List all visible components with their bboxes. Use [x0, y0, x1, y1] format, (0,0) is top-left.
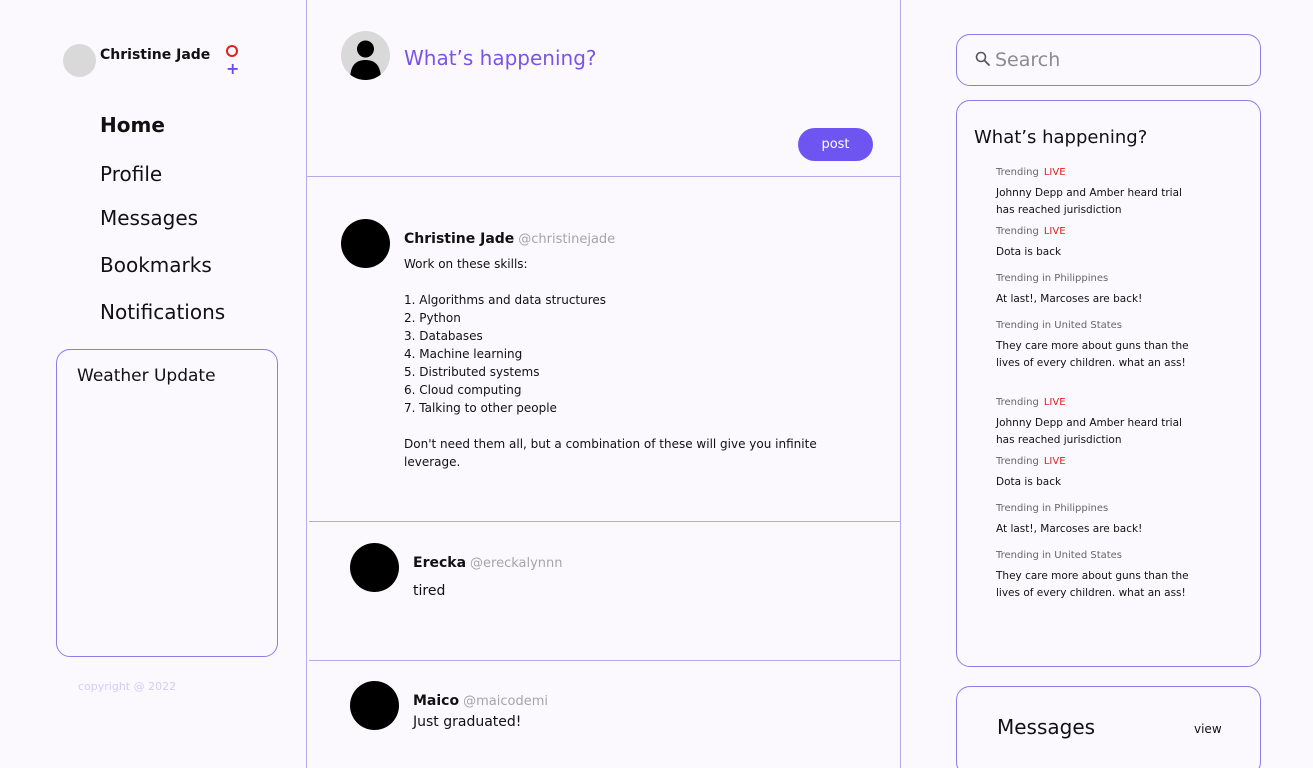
trend-item[interactable]: Trending LIVE Dota is back: [996, 455, 1196, 491]
nav-bookmarks[interactable]: Bookmarks: [100, 253, 212, 277]
trend-text: They care more about guns than the lives…: [996, 340, 1189, 369]
tweet[interactable]: Maico @maicodemi Just graduated!: [307, 661, 900, 768]
tweet-body: tired: [413, 583, 446, 599]
tweet-handle[interactable]: @ereckalynnn: [470, 556, 563, 571]
trend-item[interactable]: Trending LIVE Johnny Depp and Amber heard…: [996, 166, 1196, 219]
profile-name: Christine Jade: [100, 47, 211, 63]
weather-title: Weather Update: [77, 366, 216, 386]
trend-item[interactable]: Trending in Philippines At last!, Marcos…: [996, 272, 1196, 308]
trend-item[interactable]: Trending LIVE Johnny Depp and Amber heard…: [996, 396, 1196, 449]
profile-chip[interactable]: Christine Jade +: [63, 44, 253, 78]
feed: post Christine Jade @christinejade Work o…: [306, 0, 901, 768]
tweet[interactable]: Christine Jade @christinejade Work on the…: [307, 177, 900, 521]
tweet-body: Just graduated!: [413, 714, 522, 730]
user-silhouette-icon: [350, 40, 381, 80]
live-badge: LIVE: [1043, 397, 1066, 408]
trend-category: Trending in United States: [996, 320, 1123, 331]
avatar[interactable]: [341, 219, 390, 268]
messages-card: Messages view: [956, 686, 1261, 768]
trends-card: What’s happening? Trending LIVE Johnny De…: [956, 100, 1261, 667]
nav-home[interactable]: Home: [100, 113, 165, 137]
live-badge: LIVE: [1043, 167, 1066, 178]
search-icon: [975, 51, 990, 66]
nav-profile[interactable]: Profile: [100, 162, 162, 186]
avatar[interactable]: [63, 44, 96, 77]
tweet-author[interactable]: Maico: [413, 693, 459, 709]
weather-card: Weather Update: [56, 349, 278, 657]
trend-category: Trending: [996, 167, 1039, 178]
nav-messages[interactable]: Messages: [100, 206, 198, 230]
trend-text: Dota is back: [996, 246, 1062, 258]
post-button[interactable]: post: [798, 128, 873, 161]
trend-text: Johnny Depp and Amber heard trial has re…: [996, 187, 1182, 216]
trend-item[interactable]: Trending in United States They care more…: [996, 319, 1196, 372]
tweet-header: Maico @maicodemi: [413, 690, 548, 709]
search-input[interactable]: [995, 46, 1245, 74]
trend-item[interactable]: Trending LIVE Dota is back: [996, 225, 1196, 261]
tweet-handle[interactable]: @christinejade: [518, 232, 615, 247]
trend-item[interactable]: Trending in United States They care more…: [996, 549, 1196, 602]
status-circle-icon[interactable]: [226, 45, 238, 57]
live-badge: LIVE: [1043, 226, 1066, 237]
live-badge: LIVE: [1043, 456, 1066, 467]
tweet-handle[interactable]: @maicodemi: [463, 694, 548, 709]
tweet-header: Erecka @ereckalynnn: [413, 552, 563, 571]
search-box[interactable]: [956, 34, 1261, 86]
trend-text: At last!, Marcoses are back!: [996, 293, 1143, 305]
trend-item[interactable]: Trending in Philippines At last!, Marcos…: [996, 502, 1196, 538]
tweet-author[interactable]: Christine Jade: [404, 231, 514, 247]
trends-title: What’s happening?: [974, 127, 1148, 148]
messages-title: Messages: [997, 715, 1096, 739]
trend-category: Trending in Philippines: [996, 503, 1109, 514]
trend-text: They care more about guns than the lives…: [996, 570, 1189, 599]
tweet-body: Work on these skills: 1. Algorithms and …: [404, 257, 817, 469]
trend-text: At last!, Marcoses are back!: [996, 523, 1143, 535]
trend-text: Johnny Depp and Amber heard trial has re…: [996, 417, 1182, 446]
tweet[interactable]: Erecka @ereckalynnn tired: [307, 522, 900, 660]
trend-category: Trending in United States: [996, 550, 1123, 561]
trend-text: Dota is back: [996, 476, 1062, 488]
compose-box: post: [307, 0, 900, 177]
trend-category: Trending: [996, 397, 1039, 408]
nav-notifications[interactable]: Notifications: [100, 300, 225, 324]
compose-input[interactable]: [404, 46, 824, 70]
tweet-header: Christine Jade @christinejade: [404, 228, 615, 247]
avatar[interactable]: [350, 681, 399, 730]
avatar: [341, 31, 390, 80]
avatar[interactable]: [350, 543, 399, 592]
plus-icon[interactable]: +: [226, 61, 239, 77]
copyright-text: copyright @ 2022: [78, 680, 177, 693]
trend-category: Trending: [996, 226, 1039, 237]
view-messages-link[interactable]: view: [1194, 722, 1222, 736]
trend-category: Trending in Philippines: [996, 273, 1109, 284]
tweet-author[interactable]: Erecka: [413, 555, 466, 571]
trend-category: Trending: [996, 456, 1039, 467]
